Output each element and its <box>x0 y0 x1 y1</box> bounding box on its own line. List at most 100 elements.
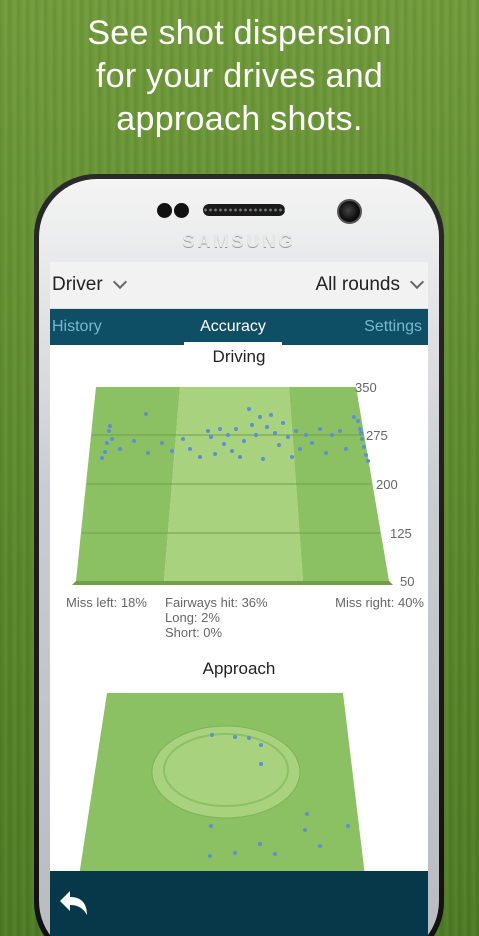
shot-dot <box>269 413 273 417</box>
shot-dot <box>261 457 265 461</box>
green-surface <box>163 733 289 807</box>
shot-dot <box>210 733 214 737</box>
approach-title: Approach <box>202 659 276 678</box>
shot-dot <box>213 452 217 456</box>
y-tick-125: 125 <box>390 526 412 541</box>
stat-short: Short: 0% <box>165 625 223 640</box>
shot-dot <box>286 435 290 439</box>
front-camera <box>337 199 362 224</box>
tab-bar: History Accuracy Settings <box>50 309 428 345</box>
tab-accuracy[interactable]: Accuracy <box>184 309 282 345</box>
shot-dot <box>359 431 363 435</box>
shot-dot <box>209 435 213 439</box>
shot-dot <box>160 441 164 445</box>
chevron-down-icon <box>112 274 127 290</box>
shot-dot <box>294 429 298 433</box>
y-tick-50: 50 <box>400 574 414 589</box>
shot-dot <box>265 425 269 429</box>
shot-dot <box>273 431 277 435</box>
shot-dot <box>358 427 362 431</box>
headline: See shot dispersion for your drives and … <box>87 14 392 138</box>
shot-dot <box>352 415 356 419</box>
phone-body: SAMSUNG Driver All rounds History Accura… <box>39 179 439 936</box>
shot-dot <box>198 455 202 459</box>
shot-dot <box>233 851 237 855</box>
shot-dot <box>318 427 322 431</box>
shot-dot <box>344 447 348 451</box>
shot-dot <box>206 429 210 433</box>
shot-dot <box>218 427 222 431</box>
shot-dot <box>100 456 104 460</box>
shot-dot <box>318 844 322 848</box>
driving-dispersion-chart: 350 275 200 125 50 <box>72 380 414 589</box>
shot-dot <box>330 433 334 437</box>
front-sensors <box>157 203 191 223</box>
shot-dot <box>360 437 364 441</box>
tab-settings[interactable]: Settings <box>364 309 422 345</box>
y-tick-275: 275 <box>366 428 388 443</box>
brand-logo: SAMSUNG <box>182 231 296 251</box>
shot-dot <box>238 455 242 459</box>
stat-long: Long: 2% <box>165 610 220 625</box>
shot-dot <box>281 421 285 425</box>
shot-dot <box>103 450 107 454</box>
stat-fairways-hit: Fairways hit: 36% <box>165 595 268 610</box>
club-selector-label: Driver <box>52 274 103 295</box>
shot-dot <box>259 743 263 747</box>
shot-dot <box>208 854 212 858</box>
back-arrow-icon[interactable] <box>56 887 90 921</box>
shot-dot <box>254 433 258 437</box>
stat-miss-right: Miss right: 40% <box>335 595 424 610</box>
club-selector[interactable]: Driver <box>52 274 127 296</box>
driving-stats: Miss left: 18% Fairways hit: 36% Long: 2… <box>50 591 428 640</box>
speaker-grille <box>203 204 285 216</box>
shot-dot <box>222 442 226 446</box>
shot-dot <box>356 419 360 423</box>
tab-history[interactable]: History <box>52 309 102 345</box>
shot-dot <box>230 449 234 453</box>
shot-dot <box>277 443 281 447</box>
landing-area-base <box>72 581 393 585</box>
shot-dot <box>250 423 254 427</box>
shot-dot <box>258 842 262 846</box>
shot-dot <box>110 437 114 441</box>
shot-dot <box>247 736 251 740</box>
y-tick-350: 350 <box>355 380 377 395</box>
stat-miss-left: Miss left: 18% <box>66 595 147 610</box>
bottom-bar <box>50 871 428 936</box>
shot-dot <box>310 441 314 445</box>
shot-dot <box>105 441 109 445</box>
shot-dot <box>290 455 294 459</box>
shot-dot <box>247 407 251 411</box>
selector-bar: Driver All rounds <box>50 262 428 309</box>
shot-dot <box>304 433 308 437</box>
shot-dot <box>188 447 192 451</box>
shot-dot <box>346 824 350 828</box>
shot-dot <box>258 415 262 419</box>
app-screen: Driver All rounds History Accuracy Setti… <box>50 262 428 936</box>
driving-title: Driving <box>212 347 266 366</box>
shot-dot <box>146 451 150 455</box>
shot-dot <box>303 828 307 832</box>
shot-dot <box>181 437 185 441</box>
shot-dot <box>108 424 112 428</box>
shot-dot <box>242 439 246 443</box>
shot-dot <box>364 453 368 457</box>
approach-dispersion-chart <box>79 693 365 876</box>
phone-frame: SAMSUNG Driver All rounds History Accura… <box>34 174 444 936</box>
shot-dot <box>362 445 366 449</box>
shot-dot <box>338 429 342 433</box>
shot-dot <box>132 439 136 443</box>
shot-dot <box>234 427 238 431</box>
shot-dot <box>209 824 213 828</box>
chevron-down-icon <box>409 274 425 290</box>
y-tick-200: 200 <box>376 477 398 492</box>
shot-dot <box>305 812 309 816</box>
shot-dot <box>170 449 174 453</box>
rounds-selector[interactable]: All rounds <box>316 274 425 296</box>
shot-dot <box>107 429 111 433</box>
shot-dot <box>324 451 328 455</box>
shot-dot <box>259 762 263 766</box>
shot-dot <box>233 735 237 739</box>
shot-dot <box>366 459 370 463</box>
